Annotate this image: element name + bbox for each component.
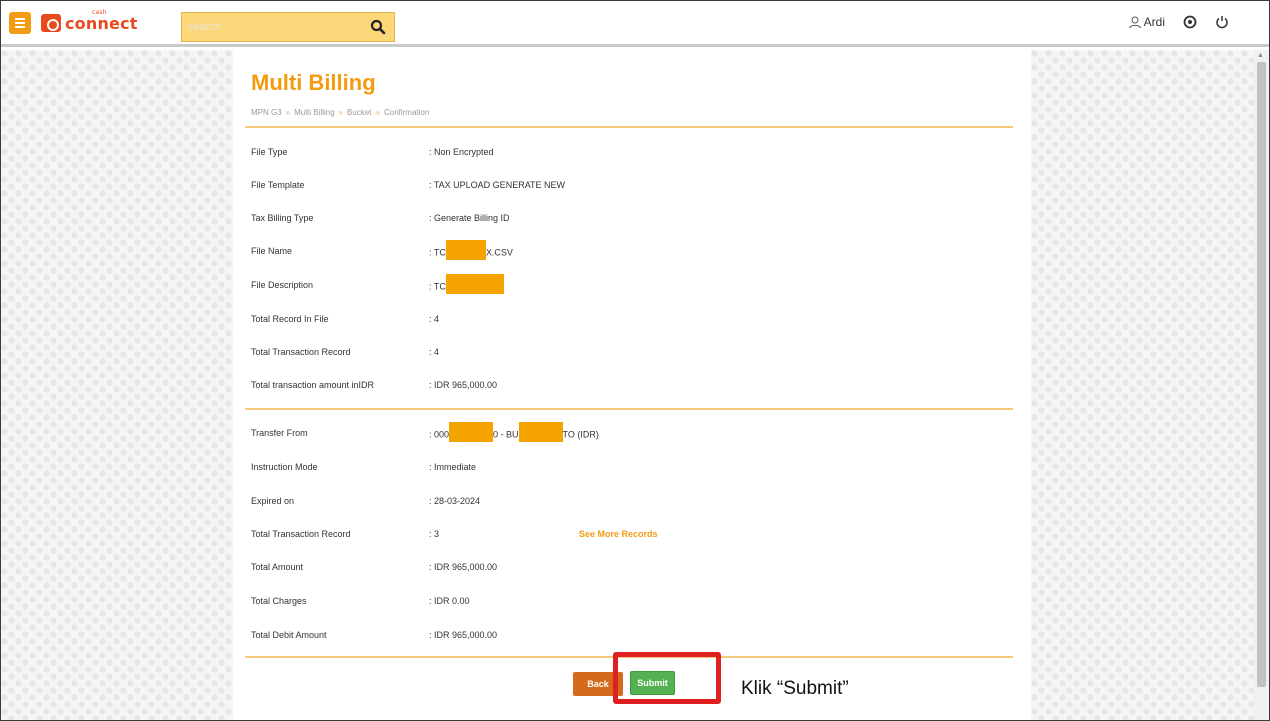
row-label: File Template: [251, 180, 305, 190]
app-window: cash connect Ardi: [0, 0, 1270, 721]
detail-row-total-transaction-amount: Total transaction amount inIDR : IDR 965…: [251, 380, 1011, 394]
detail-row-file-template: File Template : TAX UPLOAD GENERATE NEW: [251, 180, 1011, 194]
row-value: : 3: [429, 529, 440, 539]
detail-row-transfer-from: Transfer From : 000 0 - BU TO (IDR): [251, 422, 1011, 442]
divider: [245, 126, 1013, 128]
power-icon[interactable]: [1215, 15, 1229, 29]
logo-mark-icon: [41, 14, 61, 32]
user-icon: [1128, 16, 1141, 29]
row-label: File Name: [251, 246, 293, 256]
row-label: Total Record In File: [251, 314, 329, 324]
row-label: File Description: [251, 280, 314, 290]
logo-wordmark: connect: [65, 13, 138, 33]
search-input[interactable]: [188, 18, 358, 36]
row-value: : 4: [429, 314, 440, 324]
annotation-text: Klik “Submit”: [741, 678, 849, 699]
background-pattern-left: [1, 50, 233, 720]
value-prefix: : TC: [429, 281, 446, 292]
breadcrumb-separator: »: [338, 108, 344, 117]
search-icon[interactable]: [370, 19, 386, 35]
row-value: : Generate Billing ID: [429, 213, 510, 223]
row-label: Total Transaction Record: [251, 347, 351, 357]
see-more-records-link[interactable]: See More Records: [579, 529, 658, 539]
row-label: Transfer From: [251, 428, 308, 438]
detail-row-total-charges: Total Charges : IDR 0.00: [251, 596, 1011, 610]
detail-row-instruction-mode: Instruction Mode : Immediate: [251, 462, 1011, 476]
logo-small-text: cash: [92, 8, 107, 16]
settings-icon[interactable]: [1183, 15, 1197, 29]
detail-row-expired-on: Expired on : 28-03-2024: [251, 496, 1011, 510]
breadcrumb-item: Confirmation: [383, 108, 430, 117]
user-name: Ardi: [1143, 15, 1165, 29]
logo-text: cash connect: [65, 9, 138, 33]
row-value: : TAX UPLOAD GENERATE NEW: [429, 180, 566, 190]
breadcrumb-item[interactable]: MPN G3: [251, 108, 282, 117]
detail-row-total-transaction-record-2: Total Transaction Record : 3 See More Re…: [251, 529, 1011, 543]
row-value: : IDR 965,000.00: [429, 630, 498, 640]
top-right-controls: Ardi: [1128, 15, 1229, 29]
detail-row-total-debit-amount: Total Debit Amount : IDR 965,000.00: [251, 630, 1011, 644]
value-suffix: X.CSV: [485, 247, 513, 258]
redaction-block: [445, 240, 486, 260]
page-title: Multi Billing: [251, 70, 376, 95]
row-value: : 000 0 - BU TO (IDR): [429, 422, 599, 442]
redaction-block: [518, 422, 563, 442]
breadcrumb-separator: »: [285, 108, 291, 117]
detail-row-total-record-in-file: Total Record In File : 4: [251, 314, 1011, 328]
scrollbar[interactable]: ▲: [1254, 50, 1269, 720]
value-part: 0 - BU: [493, 429, 519, 440]
background-pattern-right: [1031, 50, 1254, 720]
row-label: Total Transaction Record: [251, 529, 351, 539]
divider: [245, 408, 1013, 410]
row-label: Instruction Mode: [251, 462, 318, 472]
row-value: : TC: [429, 274, 504, 294]
row-value: : TC X.CSV: [429, 240, 513, 260]
row-value: : IDR 965,000.00: [429, 562, 498, 572]
row-value: : 4: [429, 347, 440, 357]
main-content: Multi Billing MPN G3 » Multi Billing » B…: [233, 50, 1031, 720]
row-label: Total transaction amount inIDR: [251, 380, 375, 390]
top-bar: cash connect Ardi: [1, 1, 1269, 47]
search-box: [181, 12, 395, 42]
highlight-box: [613, 652, 721, 704]
user-menu[interactable]: Ardi: [1128, 15, 1165, 29]
redaction-block: [445, 274, 504, 294]
value-part: : 000: [429, 429, 450, 440]
row-value: : Immediate: [429, 462, 477, 472]
breadcrumb-separator: »: [375, 108, 380, 117]
redaction-block: [449, 422, 494, 442]
logo: cash connect: [41, 9, 138, 35]
menu-icon[interactable]: [9, 12, 31, 34]
row-label: File Type: [251, 147, 288, 157]
detail-row-file-name: File Name : TC X.CSV: [251, 240, 1011, 260]
row-label: Expired on: [251, 496, 295, 506]
detail-row-file-type: File Type : Non Encrypted: [251, 147, 1011, 161]
breadcrumb: MPN G3 » Multi Billing » Bucket » Confir…: [251, 108, 429, 117]
breadcrumb-item[interactable]: Multi Billing: [294, 108, 334, 117]
row-label: Total Amount: [251, 562, 304, 572]
detail-row-file-description: File Description : TC: [251, 274, 1011, 294]
detail-row-total-transaction-record: Total Transaction Record : 4: [251, 347, 1011, 361]
row-value: : 28-03-2024: [429, 496, 481, 506]
breadcrumb-item[interactable]: Bucket: [347, 108, 371, 117]
row-value: : Non Encrypted: [429, 147, 494, 157]
scroll-up-icon[interactable]: ▲: [1257, 52, 1264, 59]
row-value: : IDR 965,000.00: [429, 380, 498, 390]
row-value: : IDR 0.00: [429, 596, 470, 606]
row-label: Tax Billing Type: [251, 213, 314, 223]
value-prefix: : TC: [429, 247, 446, 258]
detail-row-tax-billing-type: Tax Billing Type : Generate Billing ID: [251, 213, 1011, 227]
row-label: Total Charges: [251, 596, 307, 606]
value-part: TO (IDR): [562, 429, 599, 440]
row-label: Total Debit Amount: [251, 630, 327, 640]
scrollbar-thumb[interactable]: [1257, 62, 1266, 687]
detail-row-total-amount: Total Amount : IDR 965,000.00: [251, 562, 1011, 576]
